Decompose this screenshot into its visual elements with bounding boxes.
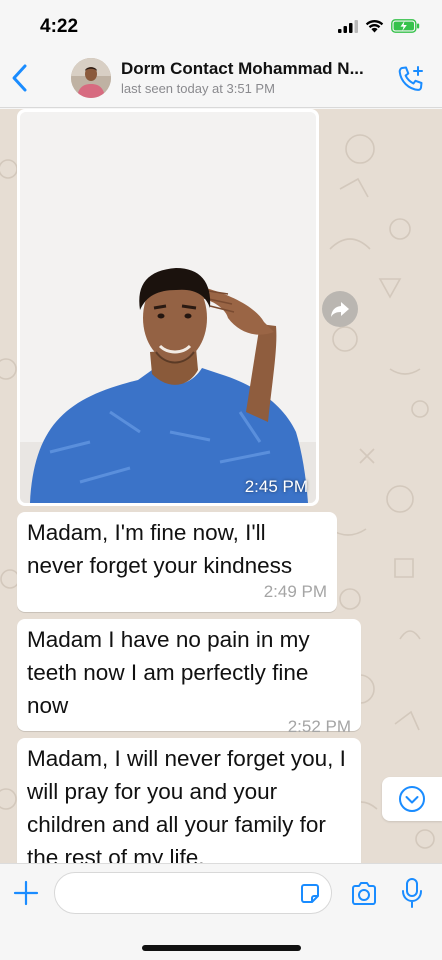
message-text: Madam, I will never forget you, I will p… — [27, 746, 346, 863]
sticker-icon[interactable] — [298, 882, 322, 906]
status-time: 4:22 — [40, 16, 79, 37]
chat-area[interactable]: 2:45 PM Madam, I'm fine now, I'll never … — [0, 109, 442, 863]
forward-button[interactable] — [322, 291, 358, 327]
message-text: Madam, I'm fine now, I'll never forget y… — [27, 520, 293, 578]
phone-plus-icon[interactable] — [396, 64, 426, 94]
message-text: Madam I have no pain in my teeth now I a… — [27, 627, 310, 718]
home-indicator — [142, 945, 301, 951]
battery-charging-icon — [391, 19, 420, 33]
wifi-icon — [365, 19, 384, 33]
chat-header: Dorm Contact Mohammad N... last seen tod… — [0, 50, 442, 108]
text-message[interactable]: Madam, I'm fine now, I'll never forget y… — [17, 512, 337, 612]
message-time: 2:52 PM — [287, 717, 351, 736]
back-chevron-icon[interactable] — [6, 60, 34, 96]
scroll-to-bottom-button[interactable] — [382, 777, 442, 821]
message-input[interactable] — [54, 872, 332, 914]
status-icons — [338, 19, 420, 33]
status-bar: 4:22 — [0, 0, 442, 50]
selfie-photo[interactable]: 2:45 PM — [20, 112, 316, 503]
message-time: 2:49 PM — [263, 582, 327, 601]
image-message[interactable]: 2:45 PM — [17, 109, 319, 506]
last-seen-status: last seen today at 3:51 PM — [121, 81, 275, 96]
microphone-icon[interactable] — [400, 877, 424, 909]
text-message[interactable]: Madam I have no pain in my teeth now I a… — [17, 619, 361, 736]
text-message[interactable]: Madam, I will never forget you, I will p… — [17, 738, 361, 863]
signal-icon — [338, 19, 358, 33]
contact-name[interactable]: Dorm Contact Mohammad N... — [121, 59, 383, 79]
input-bar — [0, 863, 442, 960]
contact-avatar[interactable] — [71, 58, 111, 98]
plus-icon[interactable] — [11, 878, 41, 908]
chevron-down-circle-icon — [399, 786, 425, 812]
camera-icon[interactable] — [349, 880, 379, 908]
forward-icon — [331, 302, 349, 317]
message-time: 2:45 PM — [244, 477, 308, 496]
